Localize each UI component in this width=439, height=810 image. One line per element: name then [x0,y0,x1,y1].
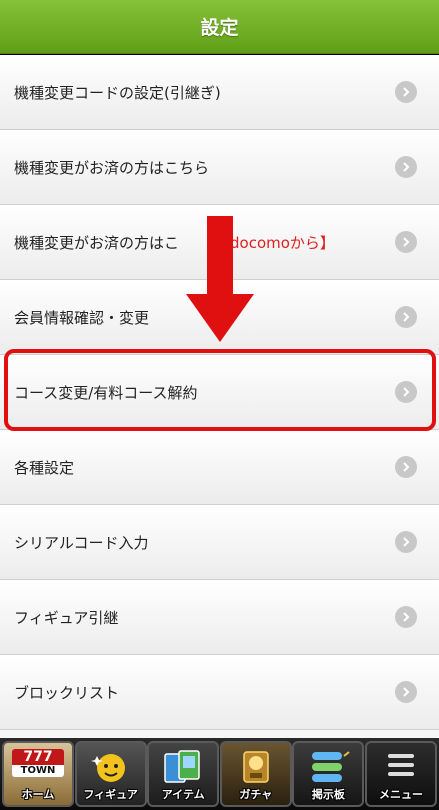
tab-label: ガチャ [239,788,273,801]
menu-item-label: 各種設定 [14,458,75,477]
chevron-right-icon [395,81,417,103]
menu-item-course-change[interactable]: コース変更/有料コース解約 [0,355,439,430]
menu-item-label: 機種変更がお済の方はこちら [14,158,210,177]
figure-character-icon [90,754,125,782]
chevron-right-icon [395,156,417,178]
tab-label: アイテム [161,788,205,801]
menu-item-label: 機種変更コードの設定(引継ぎ) [14,83,221,102]
item-cards-icon [164,750,200,783]
chevron-right-icon [395,456,417,478]
page-title: 設定 [200,17,239,39]
message-board-icon [312,751,350,782]
menu-item-label: ブロックリスト [14,683,120,702]
tab-gacha[interactable]: ガチャ [219,741,292,807]
tab-label: 掲示板 [311,788,345,801]
tab-home[interactable]: 777 TOWN ホーム [2,741,74,807]
tab-item[interactable]: アイテム [147,741,220,807]
menu-item-label: 会員情報確認・変更 [14,308,150,327]
menu-item-serial-code[interactable]: シリアルコード入力 [0,505,439,580]
menu-item-label: フィギュア引継 [14,608,119,627]
menu-item-label: コース変更/有料コース解約 [14,383,198,402]
menu-item-figure-transfer[interactable]: フィギュア引継 [0,580,439,655]
chevron-right-icon [395,531,417,553]
chevron-right-icon [395,231,417,253]
header-bar: 設定 [0,0,439,54]
bottom-tab-bar: 777 TOWN ホーム フィギュア アイテム ガチャ 掲示板 メニュー [0,738,439,810]
town-logo-icon: 777 TOWN [12,749,64,777]
menu-item-label: シリアルコード入力 [14,533,149,552]
tab-label: フィギュア [83,788,138,801]
tab-figure[interactable]: フィギュア [74,741,147,807]
tab-label: メニュー [378,788,423,801]
chevron-right-icon [395,606,417,628]
tab-label: ホーム [21,788,55,801]
menu-item-general-settings[interactable]: 各種設定 [0,430,439,505]
chevron-right-icon [395,681,417,703]
gacha-machine-icon [243,751,269,783]
menu-item-block-list[interactable]: ブロックリスト [0,655,439,730]
menu-item-device-change-code[interactable]: 機種変更コードの設定(引継ぎ) [0,55,439,130]
down-arrow-icon [186,216,254,342]
tab-board[interactable]: 掲示板 [292,741,365,807]
menu-item-label: 機種変更がお済の方はこ 【docomoから】 [14,233,335,252]
chevron-right-icon [395,381,417,403]
hamburger-menu-icon [387,754,414,776]
menu-item-device-change-done[interactable]: 機種変更がお済の方はこちら [0,130,439,205]
tab-menu[interactable]: メニュー [364,741,437,807]
settings-menu-list: 機種変更コードの設定(引継ぎ) 機種変更がお済の方はこちら 機種変更がお済の方は… [0,55,439,738]
chevron-right-icon [395,306,417,328]
